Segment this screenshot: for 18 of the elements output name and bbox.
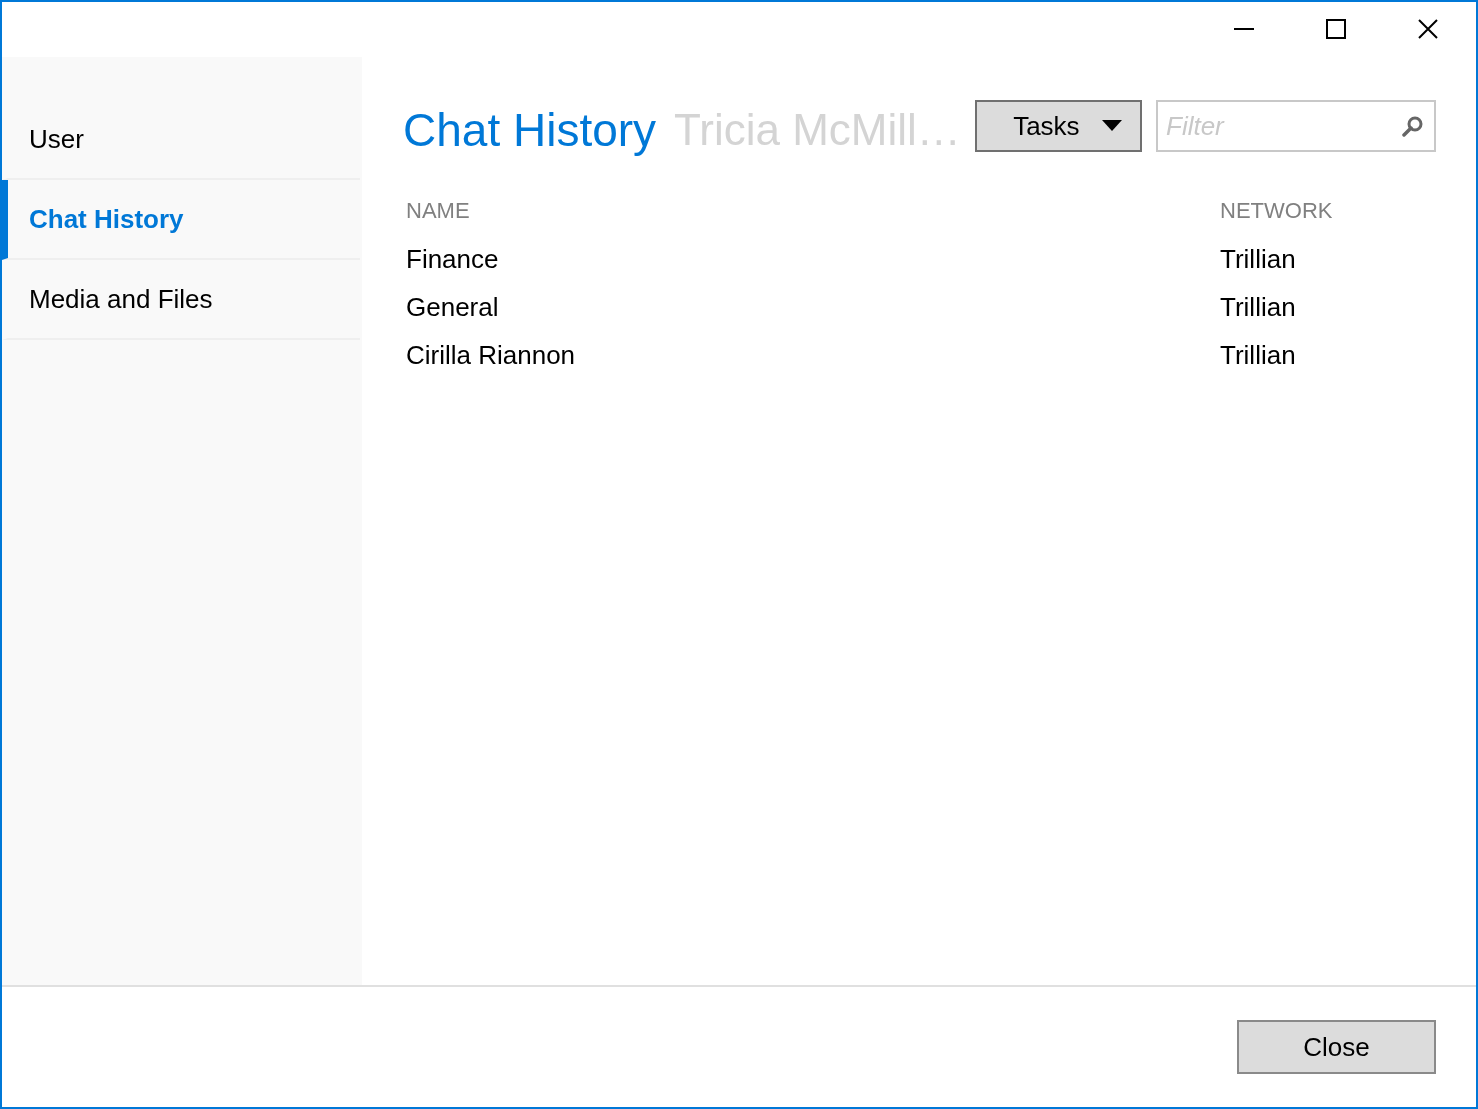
caret-icon <box>1101 120 1122 132</box>
column-header[interactable]: NAME <box>406 198 1220 224</box>
sidebar-item[interactable]: Media and Files <box>2 260 360 340</box>
maximize-icon[interactable] <box>1326 18 1346 39</box>
table-cell-text: General <box>406 291 500 323</box>
table-cell-text: Trillian <box>1220 243 1297 275</box>
table-cell-text: Cirilla Riannon <box>406 339 577 371</box>
close-icon[interactable] <box>1418 18 1438 39</box>
close-button[interactable]: Close <box>1237 1020 1436 1074</box>
table-cell-text: Trillian <box>1220 339 1297 371</box>
sidebar-item[interactable]: User <box>2 100 360 180</box>
page-title: Chat History <box>403 103 657 158</box>
column-header[interactable]: NETWORK <box>1220 198 1436 224</box>
search-icon <box>1402 115 1424 137</box>
sidebar-item[interactable]: Chat History <box>2 180 360 260</box>
table-cell-text: Trillian <box>1220 291 1297 323</box>
table-cell-text: Finance <box>406 243 500 275</box>
tasks-dropdown-button[interactable]: Tasks <box>974 100 1142 152</box>
